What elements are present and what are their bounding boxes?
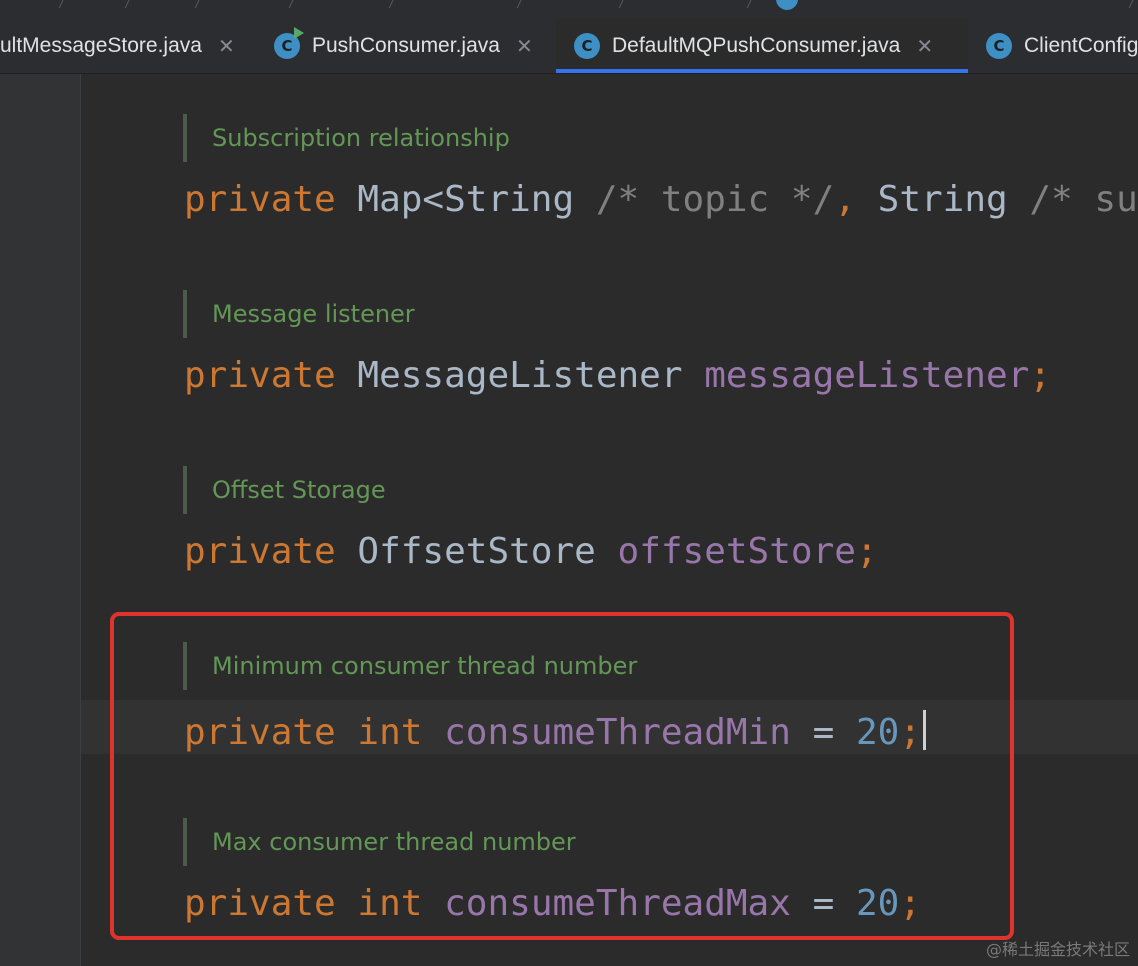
close-icon[interactable]: ✕ <box>916 36 933 56</box>
code-line-subscription[interactable]: private Map<String /* topic */, String /… <box>184 182 1138 218</box>
punctuation: ; <box>1029 355 1051 396</box>
doc-comment-bar <box>183 290 187 338</box>
tab-client-config[interactable]: C ClientConfig <box>970 18 1138 73</box>
breadcrumb-separator <box>58 0 67 8</box>
tab-label: DefaultMQPushConsumer.java <box>612 33 901 57</box>
doc-comment: Message listener <box>212 300 415 328</box>
type-name: Map<String <box>357 179 575 220</box>
breadcrumb-separator <box>388 0 397 8</box>
keyword: private <box>184 179 336 220</box>
java-class-icon: C <box>574 32 600 59</box>
type-name: OffsetStore <box>357 531 596 572</box>
editor-gutter[interactable] <box>0 74 81 966</box>
breadcrumb-separator <box>618 0 627 8</box>
keyword: private <box>184 531 336 572</box>
tab-label: ultMessageStore.java <box>0 33 202 57</box>
inline-comment: /* topic */ <box>595 179 835 220</box>
code-line-offset-store[interactable]: private OffsetStore offsetStore; <box>184 534 878 570</box>
run-badge-icon <box>294 26 304 39</box>
tab-default-message-store[interactable]: ultMessageStore.java ✕ <box>0 18 254 73</box>
annotation-highlight-box <box>110 612 1014 940</box>
icon-letter: C <box>581 36 593 55</box>
punctuation: , <box>834 179 856 220</box>
breadcrumb-separator <box>124 0 133 8</box>
tab-label: ClientConfig <box>1024 33 1138 57</box>
type-name: String <box>877 179 1008 220</box>
editor-tab-bar: ultMessageStore.java ✕ C PushConsumer.ja… <box>0 18 1138 74</box>
doc-comment-bar <box>183 466 187 514</box>
java-class-icon: C <box>986 32 1012 59</box>
breadcrumb-separator <box>746 0 755 8</box>
java-interface-run-icon: C <box>274 26 304 59</box>
ide-window: ultMessageStore.java ✕ C PushConsumer.ja… <box>0 0 1138 966</box>
tab-default-mq-push-consumer[interactable]: C DefaultMQPushConsumer.java ✕ <box>556 18 968 73</box>
close-icon[interactable]: ✕ <box>516 36 533 56</box>
breadcrumb-separator <box>1128 0 1137 8</box>
tab-label: PushConsumer.java <box>312 33 500 57</box>
field-name: messageListener <box>704 355 1030 396</box>
code-line-listener[interactable]: private MessageListener messageListener; <box>184 358 1051 394</box>
inline-comment: /* su <box>1029 179 1138 220</box>
tab-push-consumer[interactable]: C PushConsumer.java ✕ <box>258 18 554 73</box>
doc-comment-bar <box>183 114 187 162</box>
breadcrumb-separator <box>288 0 297 8</box>
keyword: private <box>184 355 336 396</box>
doc-comment: Subscription relationship <box>212 124 510 152</box>
icon-letter: C <box>281 36 293 55</box>
type-name: MessageListener <box>357 355 683 396</box>
java-class-icon <box>776 0 798 10</box>
icon-letter: C <box>993 36 1005 55</box>
close-icon[interactable]: ✕ <box>218 36 235 56</box>
breadcrumb <box>0 0 1138 19</box>
breadcrumb-separator <box>194 0 203 8</box>
field-name: offsetStore <box>617 531 856 572</box>
doc-comment: Offset Storage <box>212 476 386 504</box>
breadcrumb-separator <box>516 0 525 8</box>
punctuation: ; <box>855 531 878 572</box>
watermark: @稀土掘金技术社区 <box>985 940 1130 959</box>
